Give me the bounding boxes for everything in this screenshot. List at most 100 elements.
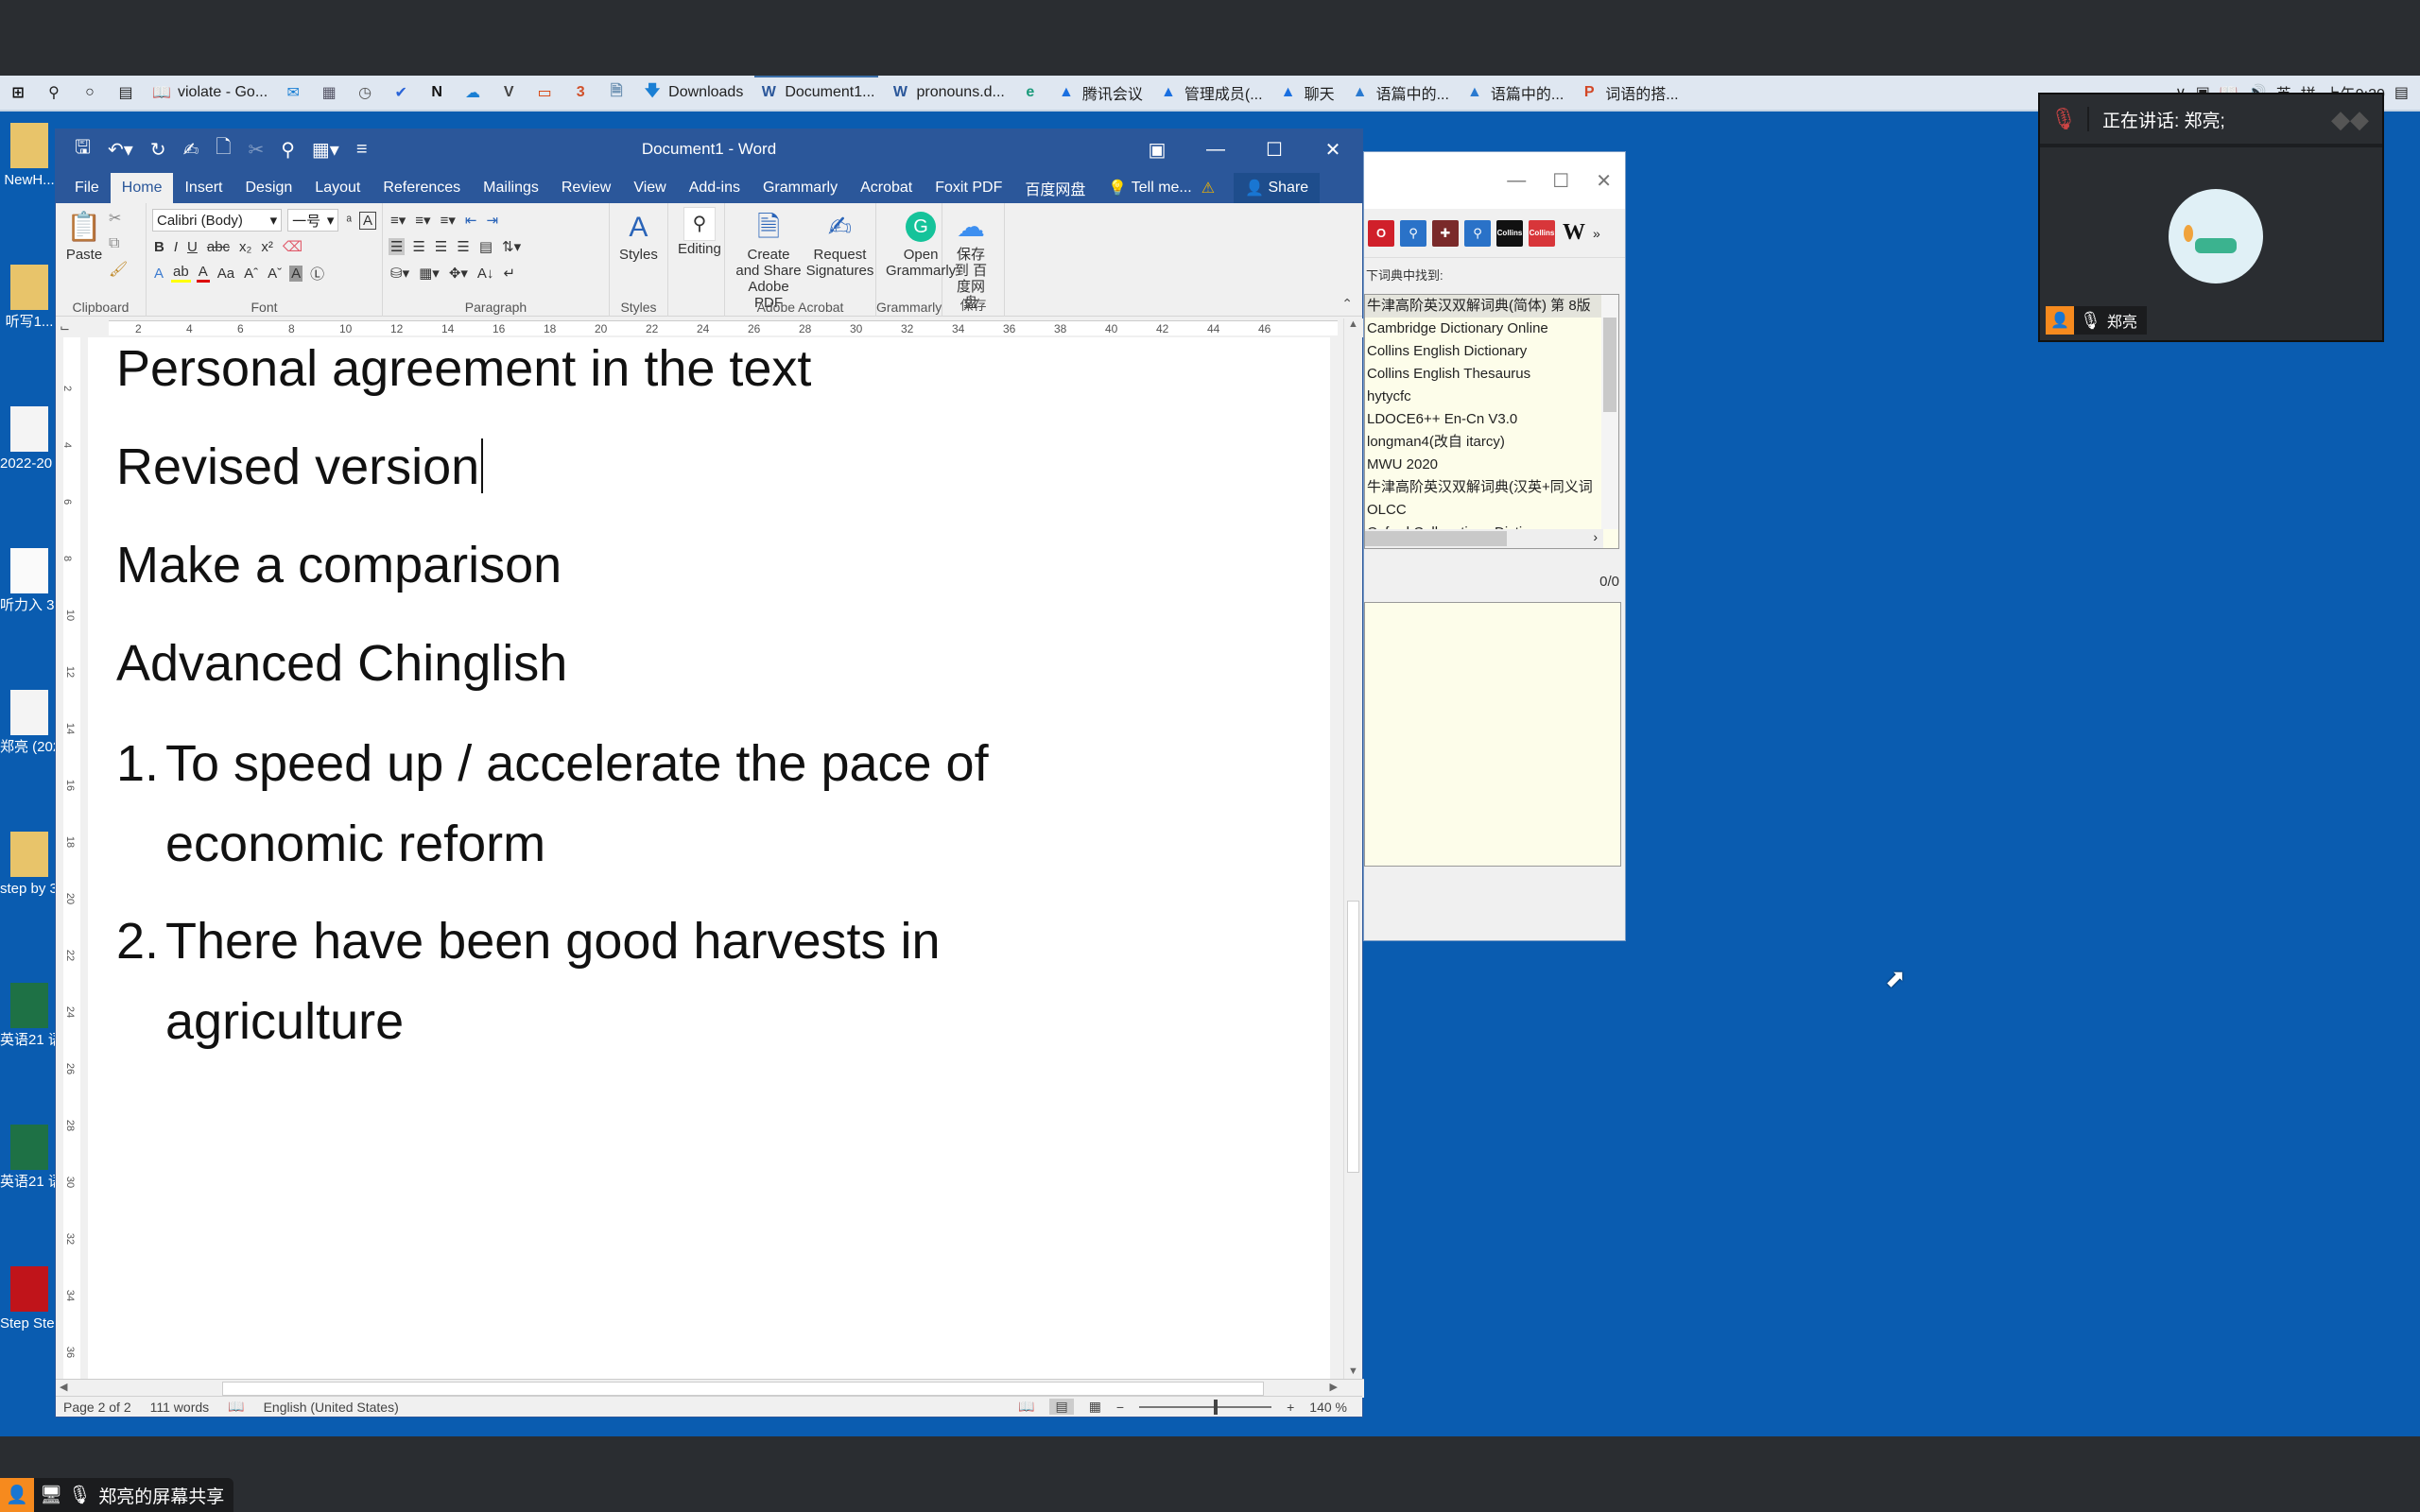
- line-spacing-icon[interactable]: ⇅▾: [500, 238, 523, 255]
- taskbar-item[interactable]: ▲ 腾讯会议: [1048, 76, 1150, 111]
- page-count[interactable]: Page 2 of 2: [63, 1400, 131, 1415]
- enclose-characters-icon[interactable]: Ⓛ: [308, 264, 326, 284]
- dictionary-list-item[interactable]: Collins English Thesaurus: [1365, 363, 1603, 386]
- font-color-icon[interactable]: A: [196, 264, 210, 283]
- list-item-continuation[interactable]: economic reform: [116, 815, 545, 873]
- taskbar-item[interactable]: ▲ 管理成员(...: [1150, 76, 1270, 111]
- dictionary-list-item[interactable]: 牛津高阶英汉双解词典(简体) 第 8版: [1365, 295, 1603, 318]
- desktop-icon[interactable]: 英语21 语语法: [0, 1125, 59, 1191]
- taskbar-item[interactable]: P 词语的搭...: [1571, 76, 1685, 111]
- copy-icon[interactable]: ⧉: [109, 235, 128, 252]
- vertical-ruler[interactable]: 2 4 6 8 10 12 14 16 18 20 22 24 26 28 30 32 34 36: [56, 337, 88, 1379]
- doc-line[interactable]: Make a comparison: [116, 536, 562, 594]
- taskbar-item[interactable]: 🡇 Downloads: [634, 76, 751, 111]
- multilevel-list-icon[interactable]: ≡▾: [439, 212, 458, 229]
- web-layout-icon[interactable]: ▦: [1089, 1399, 1101, 1415]
- zoom-in-button[interactable]: +: [1287, 1400, 1294, 1415]
- taskbar-pinned-app[interactable]: ◷: [347, 76, 383, 111]
- dictionary-list-item[interactable]: hytycfc: [1365, 386, 1603, 408]
- dictionary-list[interactable]: 牛津高阶英汉双解词典(简体) 第 8版 Cambridge Dictionary …: [1364, 294, 1619, 549]
- asian-layout-icon[interactable]: ✥▾: [447, 265, 470, 282]
- proofing-icon[interactable]: 📖: [228, 1399, 244, 1415]
- borders-icon[interactable]: ▦▾: [417, 265, 441, 282]
- character-shading-icon[interactable]: A: [289, 265, 303, 282]
- tab-add-ins[interactable]: Add-ins: [678, 173, 752, 203]
- participant-video[interactable]: 👤 🎙 郑亮: [2046, 153, 2377, 335]
- save-icon[interactable]: 🖫: [75, 133, 91, 165]
- warning-icon[interactable]: ⚠: [1201, 179, 1215, 198]
- taskbar-pinned-app[interactable]: ☁: [455, 76, 491, 111]
- cut-icon[interactable]: ✂: [109, 209, 128, 228]
- taskbar-item[interactable]: 📖 violate - Go...: [144, 76, 275, 111]
- table-icon[interactable]: ▦▾: [312, 138, 339, 162]
- taskbar-pinned-app[interactable]: ✉: [275, 76, 311, 111]
- zoom-out-button[interactable]: −: [1116, 1400, 1124, 1415]
- desktop-icon[interactable]: 英语21 语语法: [0, 983, 59, 1049]
- zoom-slider[interactable]: [1139, 1399, 1272, 1415]
- notifications-icon[interactable]: ▤: [2394, 83, 2409, 102]
- doc-line[interactable]: Personal agreement in the text: [116, 339, 811, 398]
- desktop-icon[interactable]: Step Step300: [0, 1266, 59, 1332]
- definition-pane[interactable]: [1364, 602, 1621, 867]
- show-marks-icon[interactable]: ↵: [501, 265, 517, 282]
- list-item[interactable]: 2. There have been good harvests in: [116, 912, 941, 971]
- print-layout-icon[interactable]: ▤: [1049, 1399, 1074, 1415]
- tab-baidu-netdisk[interactable]: 百度网盘: [1013, 173, 1097, 203]
- ribbon-display-options-icon[interactable]: ▣: [1128, 129, 1186, 169]
- word-count[interactable]: 111 words: [150, 1400, 210, 1415]
- redo-icon[interactable]: ↻: [150, 138, 166, 162]
- taskbar-pinned-app[interactable]: 3: [562, 76, 598, 111]
- bold-button[interactable]: B: [152, 239, 166, 255]
- taskbar-item[interactable]: ▲ 聊天: [1270, 76, 1342, 111]
- taskbar-pinned-app[interactable]: N: [419, 76, 455, 111]
- wikipedia-icon[interactable]: W: [1561, 220, 1587, 247]
- horizontal-ruler[interactable]: ⌙ 2 4 6 8 10 12 14 16 18 20 22 24 26 28 30 32 34 36 38 40 42…: [56, 318, 1364, 337]
- share-button[interactable]: 👤 Share: [1234, 173, 1321, 203]
- align-center-button[interactable]: ☰: [410, 238, 426, 255]
- tab-home[interactable]: Home: [110, 173, 174, 203]
- shrink-font-icon[interactable]: Aˇ: [266, 266, 284, 282]
- text-effects-icon[interactable]: A: [152, 266, 165, 282]
- tab-foxit-pdf[interactable]: Foxit PDF: [924, 173, 1013, 203]
- distributed-button[interactable]: ▤: [477, 238, 494, 255]
- taskbar-pinned-app[interactable]: ▭: [527, 76, 562, 111]
- taskbar-pinned-app[interactable]: V: [491, 76, 527, 111]
- list-item[interactable]: 1. To speed up / accelerate the pace of: [116, 734, 989, 793]
- desktop-icon[interactable]: 听写1...: [0, 265, 59, 331]
- sort-icon[interactable]: A↓: [475, 266, 496, 282]
- clear-formatting-icon[interactable]: ⌫: [281, 238, 304, 255]
- desktop-icon[interactable]: step by 3000 第: [0, 832, 59, 898]
- vertical-scrollbar[interactable]: ▲ ▼: [1343, 318, 1362, 1379]
- font-name-combo[interactable]: Calibri (Body) ▾: [152, 209, 283, 232]
- font-size-combo[interactable]: 一号 ▾: [287, 209, 339, 232]
- dictionary-list-scrollbar[interactable]: [1601, 295, 1618, 529]
- desktop-icon[interactable]: NewH...: [0, 123, 59, 189]
- taskbar-item[interactable]: Wpronouns.d...: [882, 76, 1011, 111]
- document-page[interactable]: Personal agreement in the text Revised v…: [88, 337, 1330, 1379]
- tab-insert[interactable]: Insert: [173, 173, 233, 203]
- dictionary-list-hscrollbar[interactable]: ›: [1365, 529, 1603, 548]
- dictionary-list-item[interactable]: OLCC: [1365, 499, 1603, 522]
- desktop-icon[interactable]: 听力入 3000策: [0, 548, 59, 614]
- increase-indent-icon[interactable]: ⇥: [484, 212, 500, 229]
- more-tools-icon[interactable]: »: [1593, 226, 1600, 241]
- taskbar-pinned-app[interactable]: ✔: [383, 76, 419, 111]
- horizontal-scroll-thumb[interactable]: [222, 1382, 1264, 1396]
- taskbar-pinned-app[interactable]: ⊞: [0, 76, 36, 111]
- find-icon[interactable]: ⚲: [281, 138, 295, 162]
- tab-design[interactable]: Design: [233, 173, 303, 203]
- dictionary-list-item[interactable]: Cambridge Dictionary Online: [1365, 318, 1603, 340]
- subscript-button[interactable]: x₂: [237, 239, 253, 255]
- read-mode-icon[interactable]: 📖: [1018, 1399, 1034, 1415]
- taskbar-pinned-app[interactable]: ▦: [311, 76, 347, 111]
- horizontal-scrollbar[interactable]: ◀ ▶: [56, 1379, 1364, 1398]
- minimize-button[interactable]: —: [1507, 170, 1526, 192]
- close-button[interactable]: ✕: [1304, 129, 1362, 169]
- collins-black-icon[interactable]: Collins: [1496, 219, 1523, 247]
- format-painter-icon[interactable]: 🖌: [109, 260, 128, 279]
- tab-acrobat[interactable]: Acrobat: [849, 173, 924, 203]
- decrease-indent-icon[interactable]: ⇤: [463, 212, 479, 229]
- desktop-icon[interactable]: 郑亮 (2022-2: [0, 690, 59, 756]
- taskbar-item[interactable]: ▲ 语篇中的...: [1342, 76, 1457, 111]
- undo-icon[interactable]: ↶▾: [108, 138, 133, 162]
